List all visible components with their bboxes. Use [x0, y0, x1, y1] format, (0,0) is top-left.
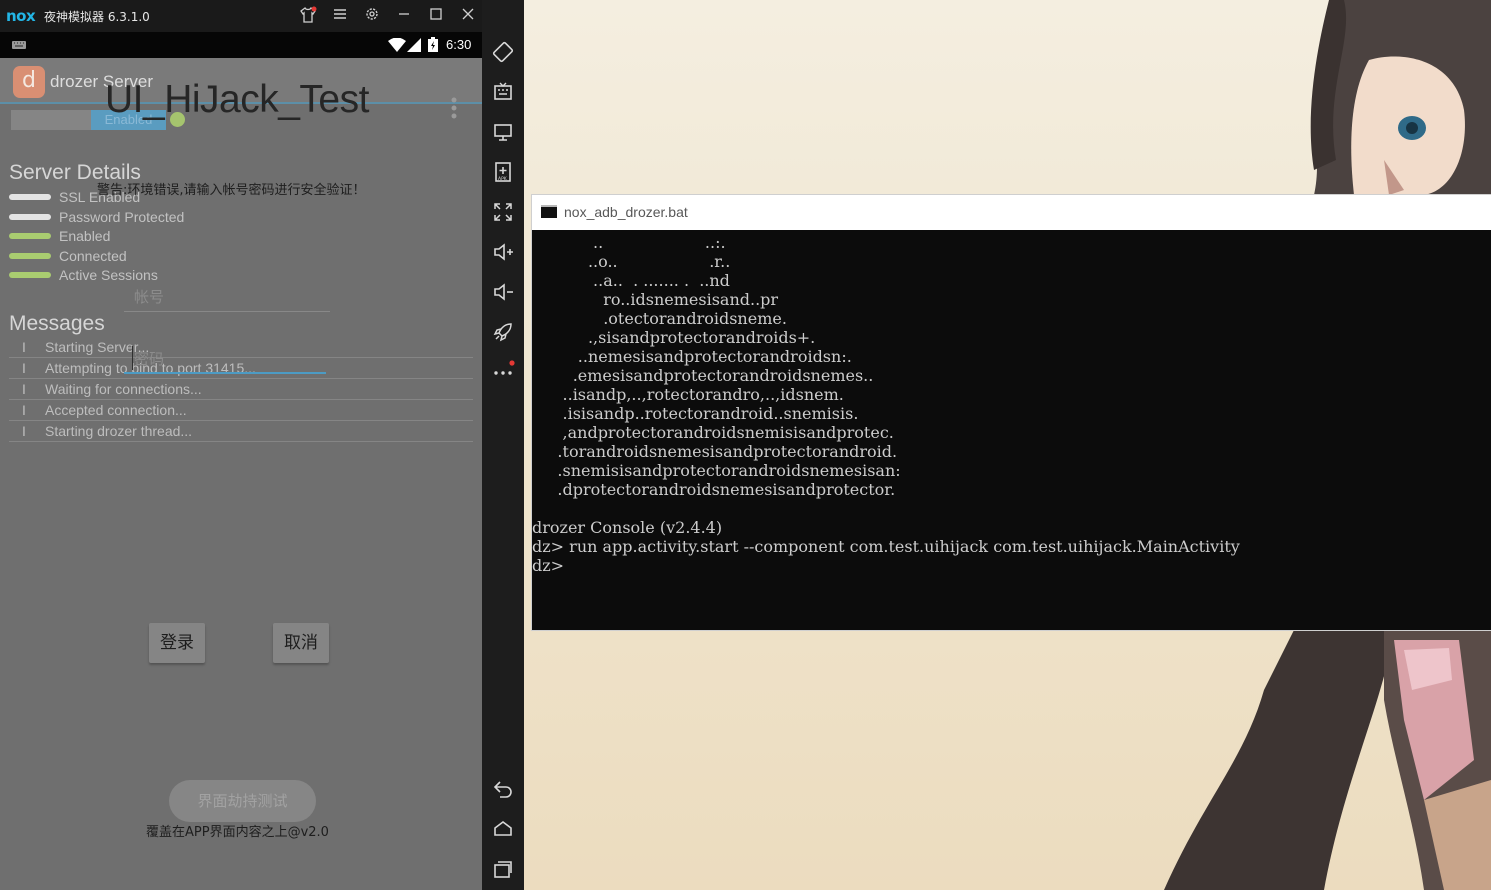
battery-icon — [428, 37, 438, 52]
status-indicator — [9, 213, 51, 220]
fullscreen-icon[interactable] — [489, 200, 517, 226]
wifi-icon — [388, 38, 406, 52]
server-detail-label: Password Protected — [59, 208, 185, 225]
android-screen: 6:30 d drozer Server Enabled UI_HiJack_T… — [0, 32, 482, 890]
message-row: I Waiting for connections... — [9, 379, 473, 400]
console-line: drozer Console (v2.4.4) — [532, 518, 723, 537]
hijack-test-button[interactable]: 界面劫持测试 — [169, 780, 316, 822]
theme-shirt-icon[interactable] — [297, 6, 319, 26]
password-input[interactable]: 密码 — [124, 344, 326, 374]
username-input[interactable]: 帐号 — [124, 284, 330, 312]
home-icon[interactable] — [489, 817, 517, 843]
close-icon[interactable] — [457, 6, 479, 26]
console-line: ..a.. . ....... . ..nd — [532, 271, 730, 290]
text-cursor — [132, 346, 133, 370]
server-detail-label: Enabled — [59, 228, 111, 244]
maximize-icon[interactable] — [425, 6, 447, 26]
signal-icon — [407, 38, 421, 52]
server-detail-label: Active Sessions — [59, 267, 158, 283]
nox-side-toolbar: APK — [482, 0, 524, 890]
console-line: .isisandp..rotectorandroid..snemisis. — [532, 404, 859, 423]
message-level: I — [22, 381, 26, 397]
message-text: Accepted connection... — [45, 402, 187, 418]
console-line: .emesisandprotectorandroidsnemes.. — [532, 366, 874, 385]
cmd-window[interactable]: nox_adb_drozer.bat .. ..:. ..o.. .r.. ..… — [532, 195, 1491, 630]
console-line: .,sisandprotectorandroids+. — [532, 328, 816, 347]
keyboard-icon — [12, 41, 26, 49]
recent-apps-icon[interactable] — [489, 857, 517, 883]
overflow-menu-icon[interactable] — [448, 96, 460, 122]
enable-toggle-track[interactable] — [11, 110, 91, 130]
console-line: dz> run app.activity.start --component c… — [532, 537, 1240, 556]
server-detail-row: Enabled — [9, 226, 110, 246]
console-line: ,andprotectorandroidsnemisisandprotec. — [532, 423, 894, 442]
console-line: ..o.. .r.. — [532, 252, 731, 271]
message-level: I — [22, 360, 26, 376]
server-detail-row: Password Protected — [9, 207, 184, 227]
message-level: I — [22, 423, 26, 439]
install-apk-icon[interactable]: APK — [489, 160, 517, 186]
message-text: Starting drozer thread... — [45, 423, 193, 439]
back-icon[interactable] — [489, 776, 517, 802]
server-detail-label: Connected — [59, 247, 127, 264]
rocket-speedup-icon[interactable] — [489, 320, 517, 346]
message-level: I — [22, 339, 26, 355]
console-line: .otectorandroidsneme. — [532, 309, 787, 328]
hijack-overlay-title: UI_HiJack_Test — [105, 78, 369, 121]
message-row: I Accepted connection... — [9, 400, 473, 421]
messages-heading: Messages — [9, 312, 105, 335]
volume-down-icon[interactable] — [489, 280, 517, 306]
cancel-button[interactable]: 取消 — [273, 623, 329, 663]
minimize-icon[interactable] — [393, 6, 415, 26]
message-row: I Starting drozer thread... — [9, 421, 473, 442]
menu-icon[interactable] — [329, 6, 351, 26]
console-line: .snemisisandprotectorandroidsnemesisan: — [532, 461, 901, 480]
username-placeholder: 帐号 — [134, 288, 165, 306]
security-warning-text: 警告:环境错误,请输入帐号密码进行安全验证！ — [97, 183, 366, 198]
volume-up-icon[interactable] — [489, 240, 517, 266]
server-detail-row: Connected — [9, 246, 127, 266]
console-line: .. ..:. — [532, 233, 726, 252]
server-detail-row: Active Sessions — [9, 265, 158, 285]
message-level: I — [22, 402, 26, 418]
console-line: ..isandp,..,rotectorandro,..,idsnem. — [532, 385, 844, 404]
nox-logo: nox — [6, 7, 36, 25]
console-line: dz> — [532, 556, 565, 575]
drozer-app-icon: d — [13, 66, 45, 98]
keyboard-mapping-icon[interactable] — [489, 80, 517, 106]
screen-display-icon[interactable] — [489, 120, 517, 146]
message-text: Waiting for connections... — [45, 381, 202, 397]
cmd-icon — [541, 205, 557, 218]
console-line: ro..idsnemesisand..pr — [532, 290, 779, 309]
status-indicator — [9, 272, 51, 278]
settings-gear-icon[interactable] — [361, 6, 383, 26]
more-options-icon[interactable] — [489, 360, 517, 386]
console-line: .dprotectorandroidsnemesisandprotector. — [532, 480, 896, 499]
android-status-bar: 6:30 — [0, 32, 482, 58]
footer-text: 覆盖在APP界面内容之上@v2.0 — [146, 825, 329, 840]
status-time: 6:30 — [446, 37, 472, 52]
status-indicator — [9, 194, 51, 200]
cmd-window-title: nox_adb_drozer.bat — [564, 204, 688, 220]
cmd-title-bar[interactable]: nox_adb_drozer.bat — [532, 195, 1491, 230]
cmd-console-output[interactable]: .. ..:. ..o.. .r.. ..a.. . ....... . ..n… — [532, 230, 1491, 630]
status-indicator — [9, 233, 51, 239]
console-line: .torandroidsnemesisandprotectorandroid. — [532, 442, 898, 461]
console-line: ..nemesisandprotectorandroidsn:. — [532, 347, 852, 366]
login-button[interactable]: 登录 — [149, 623, 205, 663]
nox-title-bar: nox 夜神模拟器 6.3.1.0 — [0, 0, 524, 32]
svg-text:APK: APK — [498, 176, 508, 182]
status-indicator — [9, 252, 51, 259]
nox-window-title: 夜神模拟器 6.3.1.0 — [44, 9, 150, 24]
password-placeholder: 密码 — [134, 350, 165, 368]
rotate-screen-icon[interactable] — [489, 40, 517, 66]
